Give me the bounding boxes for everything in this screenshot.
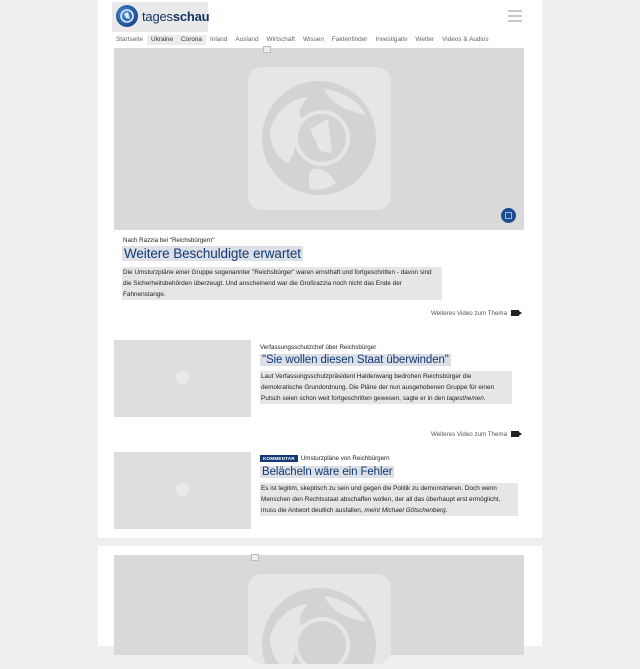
lead-story: Nach Razzia bei "Reichsbürgern" Weitere … <box>98 46 542 538</box>
broken-image-icon <box>263 46 271 53</box>
nav-item-wirtschaft[interactable]: Wirtschaft <box>263 35 299 45</box>
nav-item-wetter[interactable]: Wetter <box>411 35 438 45</box>
more-video-link[interactable]: Weiteres Video zum Thema <box>431 310 523 317</box>
hamburger-menu-icon[interactable] <box>508 10 522 22</box>
video-camera-icon <box>511 310 523 317</box>
more-video-label: Weiteres Video zum Thema <box>431 310 508 317</box>
logo-text-light: tages <box>142 9 173 24</box>
next-story-card <box>98 546 542 669</box>
tagesschau-globe-icon <box>116 5 138 27</box>
article-topline: Umsturzpläne von Reichbürgern <box>300 455 390 463</box>
article-teaser-end: . <box>445 507 448 514</box>
image-placeholder-icon <box>176 371 189 384</box>
article-teaser-italic: meint Michael Götschenberg <box>364 507 446 514</box>
ard-globe-placeholder-icon <box>248 574 391 669</box>
nav-item-videos-audios[interactable]: Videos & Audios <box>438 35 492 45</box>
image-placeholder-icon <box>176 483 189 496</box>
nav-item-investigativ[interactable]: Investigativ <box>371 35 411 45</box>
article-topline: Verfassungsschutzchef über Reichsbürger <box>260 344 377 351</box>
nav-item-corona[interactable]: Corona <box>177 35 206 45</box>
ard-globe-placeholder-icon <box>248 67 391 210</box>
more-video-link[interactable]: Weiteres Video zum Thema <box>431 431 523 438</box>
nav-item-inland[interactable]: Inland <box>206 35 231 45</box>
lead-image-placeholder[interactable] <box>114 46 524 230</box>
video-play-button[interactable] <box>501 208 516 223</box>
more-video-label: Weiteres Video zum Thema <box>431 431 508 438</box>
nav-item-wissen[interactable]: Wissen <box>299 35 328 45</box>
lead-headline[interactable]: Weitere Beschuldigte erwartet <box>122 246 303 261</box>
article-headline[interactable]: Belächeln wäre ein Fehler <box>260 466 395 478</box>
article-teaser: Es ist legitim, skeptisch zu sein und ge… <box>260 483 518 516</box>
logo-wordmark: tagesschau <box>142 9 210 24</box>
broken-image-icon <box>251 554 259 561</box>
lead-teaser: Die Umsturzpläne einer Gruppe sogenannte… <box>122 267 442 300</box>
page: tagesschau Startseite Ukraine Corona Inl… <box>98 0 542 669</box>
next-image-placeholder[interactable] <box>114 554 524 669</box>
main-nav: Startseite Ukraine Corona Inland Ausland… <box>112 35 493 45</box>
article-teaser-end: . <box>483 395 486 402</box>
article-teaser: Laut Verfassungsschutzpräsident Haldenwa… <box>260 371 512 404</box>
logo-text-bold: schau <box>172 9 210 24</box>
site-logo[interactable]: tagesschau <box>112 2 210 32</box>
article-thumbnail[interactable] <box>114 340 251 417</box>
comment-badge: KOMMENTAR <box>260 455 298 462</box>
nav-item-ausland[interactable]: Ausland <box>231 35 262 45</box>
article-headline[interactable]: "Sie wollen diesen Staat überwinden" <box>260 354 451 366</box>
nav-item-startseite[interactable]: Startseite <box>112 35 147 45</box>
article-teaser-italic: tagesthemen <box>446 395 484 402</box>
lead-topline: Nach Razzia bei "Reichsbürgern" <box>123 237 215 244</box>
site-header: tagesschau Startseite Ukraine Corona Inl… <box>98 0 542 48</box>
article-topline-row: KOMMENTAR Umsturzpläne von Reichbürgern <box>260 455 390 462</box>
video-camera-icon <box>511 431 523 438</box>
nav-item-ukraine[interactable]: Ukraine <box>147 35 178 45</box>
article-thumbnail[interactable] <box>114 452 251 529</box>
nav-item-faktenfinder[interactable]: Faktenfinder <box>328 35 372 45</box>
